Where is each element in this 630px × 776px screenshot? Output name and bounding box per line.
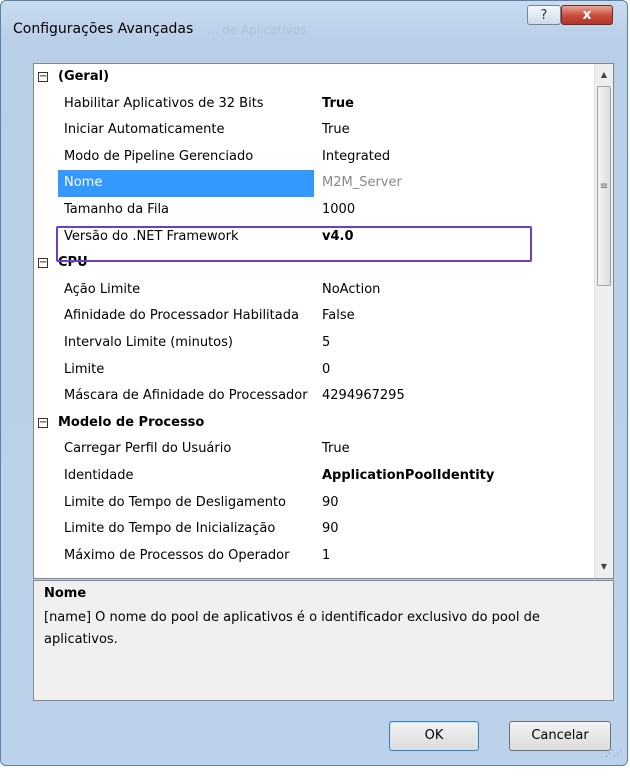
property-name: Carregar Perfil do Usuário [64,441,232,457]
close-icon: x [582,7,592,23]
property-value[interactable]: 90 [318,490,339,517]
property-value[interactable]: True [318,117,350,144]
title-bar[interactable]: Configurações Avançadas ... de Aplicativ… [1,1,627,47]
dialog-title: Configurações Avançadas [13,21,194,37]
property-row[interactable]: Ação Limite NoAction [34,277,590,304]
property-row[interactable]: Tamanho da Fila 1000 [34,197,590,224]
background-window-title: ... de Aplicativos [207,23,307,37]
property-row[interactable]: Intervalo Limite (minutos) 5 [34,330,590,357]
property-value[interactable]: 1000 [318,197,355,224]
property-row[interactable]: Limite do Tempo de Desligamento 90 [34,490,590,517]
annotation-highlight-box [56,226,532,262]
property-name: Tamanho da Fila [64,201,170,217]
ok-button[interactable]: OK [389,721,479,751]
property-name: Máximo de Processos do Operador [64,547,290,563]
property-name: Limite do Tempo de Inicialização [64,521,276,537]
property-name: Afinidade do Processador Habilitada [64,308,299,324]
cancel-button[interactable]: Cancelar [509,721,611,751]
property-row[interactable]: Iniciar Automaticamente True [34,117,590,144]
description-title: Nome [44,586,87,601]
property-row[interactable]: Habilitar Aplicativos de 32 Bits True [34,91,590,118]
property-row-selected[interactable]: Nome M2M_Server [34,170,590,197]
property-value[interactable]: 1 [318,543,330,570]
property-row[interactable]: Carregar Perfil do Usuário True [34,436,590,463]
property-value[interactable]: 5 [318,330,330,357]
vertical-scrollbar[interactable]: ▲ ≡ ▼ [594,64,613,578]
scroll-down-arrow-icon[interactable]: ▼ [595,558,613,576]
description-text: [name] O nome do pool de aplicativos é o… [44,610,540,647]
property-name: Nome [58,170,314,197]
category-geral[interactable]: − (Geral) [34,64,590,91]
category-label: (Geral) [58,69,110,84]
property-value[interactable]: 4294967295 [318,383,405,410]
property-value[interactable]: M2M_Server [318,170,402,197]
property-name: Iniciar Automaticamente [64,122,225,138]
property-value[interactable]: Integrated [318,144,390,171]
advanced-settings-dialog: Configurações Avançadas ... de Aplicativ… [0,0,628,766]
property-name: Intervalo Limite (minutos) [64,334,233,350]
property-name: Identidade [64,467,134,483]
collapse-icon[interactable]: − [38,72,48,82]
property-row[interactable]: Modo de Pipeline Gerenciado Integrated [34,144,590,171]
grip-icon: ≡ [599,181,609,192]
category-modelo-de-processo[interactable]: − Modelo de Processo [34,410,590,437]
property-value[interactable]: 90 [318,516,339,543]
scrollbar-thumb[interactable]: ≡ [597,86,611,286]
scroll-up-arrow-icon[interactable]: ▲ [595,66,613,84]
collapse-icon[interactable]: − [38,258,48,269]
resize-grip-icon[interactable]: ⋰⋰ [605,749,622,759]
collapse-icon[interactable]: − [38,417,48,428]
property-value[interactable]: True [318,436,350,463]
close-button[interactable]: x [561,5,613,25]
property-grid[interactable]: − (Geral) Habilitar Aplicativos de 32 Bi… [33,63,614,579]
property-name: Limite [64,361,105,377]
property-name: Limite do Tempo de Desligamento [64,494,286,510]
property-row[interactable]: Afinidade do Processador Habilitada Fals… [34,303,590,330]
help-button[interactable]: ? [527,5,561,25]
property-row[interactable]: Máximo de Processos do Operador 1 [34,543,590,570]
property-name: Máscara de Afinidade do Processador [64,388,308,404]
property-value[interactable]: False [318,303,355,330]
property-row[interactable]: Limite do Tempo de Inicialização 90 [34,516,590,543]
property-name: Modo de Pipeline Gerenciado [64,148,254,164]
help-icon: ? [540,8,548,23]
property-value[interactable]: NoAction [318,277,380,304]
property-name: Ação Limite [64,281,141,297]
description-panel: Nome [name] O nome do pool de aplicativo… [33,580,614,701]
property-row[interactable]: Identidade ApplicationPoolIdentity [34,463,590,490]
category-label: Modelo de Processo [58,414,205,430]
property-row[interactable]: Limite 0 [34,357,590,384]
property-value[interactable]: True [318,91,354,118]
property-value[interactable]: 0 [318,357,330,384]
property-name: Habilitar Aplicativos de 32 Bits [64,95,264,111]
property-grid-rows: − (Geral) Habilitar Aplicativos de 32 Bi… [34,64,590,569]
property-value[interactable]: ApplicationPoolIdentity [318,463,494,490]
property-row[interactable]: Máscara de Afinidade do Processador 4294… [34,383,590,410]
